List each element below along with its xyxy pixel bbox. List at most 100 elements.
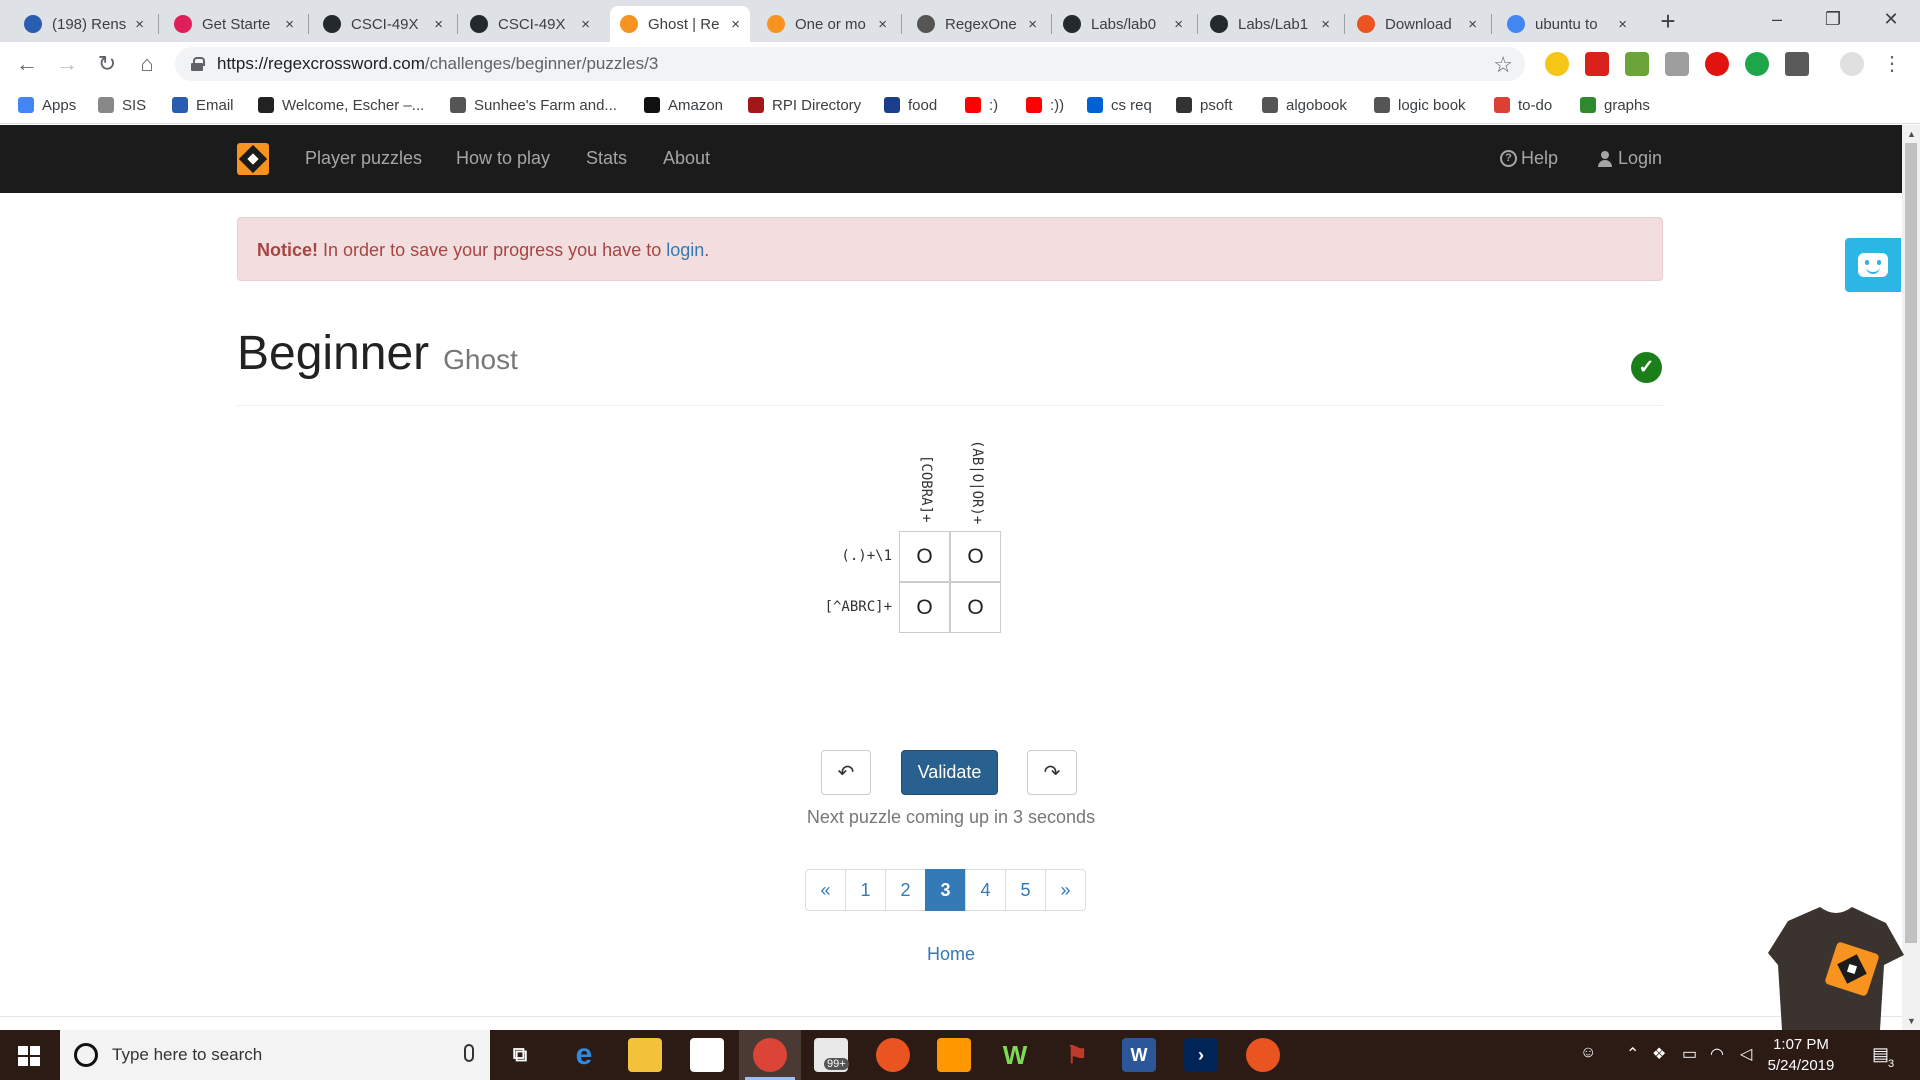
adblock-extension-icon[interactable] [1705, 52, 1729, 76]
forward-icon[interactable]: → [53, 50, 81, 78]
bookmark-item[interactable]: Email [172, 94, 234, 116]
windows-start-icon[interactable] [18, 1046, 40, 1066]
bookmark-item[interactable]: to-do [1494, 94, 1552, 116]
word-icon[interactable]: W [1122, 1038, 1156, 1072]
dropbox-icon[interactable]: ❖ [1652, 1044, 1666, 1064]
bookmark-item[interactable]: cs req [1087, 94, 1152, 116]
maximize-icon[interactable]: ❐ [1818, 4, 1848, 34]
bookmark-item[interactable]: Sunhee's Farm and... [450, 94, 617, 116]
minimize-icon[interactable]: – [1762, 4, 1792, 34]
store-icon[interactable] [690, 1038, 724, 1072]
redo-button[interactable]: ↷ [1027, 750, 1077, 795]
browser-tab[interactable]: CSCI-49X × [460, 6, 600, 42]
scrollbar-thumb[interactable] [1905, 143, 1917, 943]
bookmark-item[interactable]: SIS [98, 94, 146, 116]
tab-close-icon[interactable]: × [1468, 16, 1477, 33]
browser-tab[interactable]: Get Starte × [164, 6, 304, 42]
new-tab-button[interactable]: + [1654, 8, 1682, 36]
sublime-icon[interactable] [937, 1038, 971, 1072]
ubuntu-icon[interactable] [876, 1038, 910, 1072]
wifi-icon[interactable]: ◠ [1710, 1044, 1724, 1064]
chrome-icon[interactable] [753, 1038, 787, 1072]
browser-tab[interactable]: CSCI-49X × [313, 6, 453, 42]
tshirt-promo-image[interactable] [1768, 903, 1904, 1030]
task-view-icon[interactable]: ⧉ [503, 1038, 537, 1072]
people-icon[interactable]: ☺ [1580, 1044, 1596, 1062]
tab-close-icon[interactable]: × [731, 16, 740, 33]
reload-icon[interactable]: ↻ [93, 50, 121, 78]
edge-icon[interactable]: e [567, 1038, 601, 1072]
nav-stats[interactable]: Stats [586, 148, 627, 169]
pagination-prev[interactable]: « [805, 869, 846, 911]
browser-tab[interactable]: (198) Rens × [14, 6, 154, 42]
validate-button[interactable]: Validate [901, 750, 998, 795]
tab-close-icon[interactable]: × [434, 16, 443, 33]
tab-close-icon[interactable]: × [1174, 16, 1183, 33]
home-link[interactable]: Home [0, 944, 1902, 965]
bookmark-item[interactable]: Apps [18, 94, 76, 116]
volume-muted-icon[interactable]: ◁ [1740, 1044, 1752, 1064]
emoji-extension-icon[interactable] [1545, 52, 1569, 76]
menu-kebab-icon[interactable]: ⋮ [1878, 50, 1906, 78]
browser-tab[interactable]: Labs/lab0 × [1053, 6, 1193, 42]
pagination-page[interactable]: 1 [845, 869, 886, 911]
taskbar-clock[interactable]: 1:07 PM 5/24/2019 [1756, 1034, 1846, 1076]
scroll-up-icon[interactable]: ▲ [1907, 129, 1916, 139]
tab-close-icon[interactable]: × [1321, 16, 1330, 33]
tab-close-icon[interactable]: × [285, 16, 294, 33]
tab-close-icon[interactable]: × [581, 16, 590, 33]
grammarly-extension-icon[interactable] [1745, 52, 1769, 76]
reader-extension-icon[interactable] [1665, 52, 1689, 76]
paw-extension-icon[interactable] [1585, 52, 1609, 76]
show-hidden-icons[interactable]: ⌃ [1626, 1044, 1639, 1064]
nav-how-to-play[interactable]: How to play [456, 148, 550, 169]
pagination-page[interactable]: 3 [925, 869, 966, 911]
back-icon[interactable]: ← [13, 50, 41, 78]
browser-tab[interactable]: Labs/Lab1 × [1200, 6, 1340, 42]
nav-about[interactable]: About [663, 148, 710, 169]
browser-tab[interactable]: One or mo × [757, 6, 897, 42]
home-icon[interactable]: ⌂ [133, 50, 161, 78]
honey-extension-icon[interactable] [1625, 52, 1649, 76]
taskbar-search-box[interactable]: Type here to search [60, 1030, 490, 1080]
tab-close-icon[interactable]: × [135, 16, 144, 33]
pagination-next[interactable]: » [1045, 869, 1086, 911]
bookmark-item[interactable]: RPI Directory [748, 94, 861, 116]
battery-icon[interactable]: ▭ [1682, 1044, 1697, 1064]
puzzle-cell[interactable]: O [950, 531, 1001, 582]
microphone-icon[interactable] [464, 1044, 474, 1062]
puzzle-cell[interactable]: O [950, 582, 1001, 633]
page-scrollbar[interactable]: ▲ ▼ [1902, 125, 1920, 1030]
nav-login[interactable]: Login [1598, 148, 1662, 169]
undo-button[interactable]: ↶ [821, 750, 871, 795]
chat-widget-button[interactable] [1845, 238, 1901, 292]
bookmark-item[interactable]: :)) [1026, 94, 1064, 116]
scroll-down-icon[interactable]: ▼ [1907, 1016, 1916, 1026]
tab-close-icon[interactable]: × [1618, 16, 1627, 33]
bookmark-item[interactable]: logic book [1374, 94, 1466, 116]
powershell-icon[interactable]: › [1184, 1038, 1218, 1072]
bookmark-item[interactable]: graphs [1580, 94, 1650, 116]
browser-tab[interactable]: ubuntu to × [1497, 6, 1637, 42]
facebook-extension-icon[interactable] [1785, 52, 1809, 76]
bookmark-item[interactable]: Welcome, Escher –... [258, 94, 424, 116]
address-bar[interactable]: https://regexcrossword.com/challenges/be… [175, 47, 1525, 81]
browser-tab[interactable]: RegexOne × [907, 6, 1047, 42]
action-center-icon[interactable]: ▤ [1872, 1044, 1889, 1065]
bookmark-item[interactable]: psoft [1176, 94, 1233, 116]
browser-tab[interactable]: Download × [1347, 6, 1487, 42]
bookmark-item[interactable]: :) [965, 94, 998, 116]
window-close-icon[interactable]: ✕ [1876, 4, 1906, 34]
puzzle-cell[interactable]: O [899, 531, 950, 582]
tab-close-icon[interactable]: × [1028, 16, 1037, 33]
pagination-page[interactable]: 2 [885, 869, 926, 911]
pagination-page[interactable]: 5 [1005, 869, 1046, 911]
tab-close-icon[interactable]: × [878, 16, 887, 33]
git-bash-icon[interactable]: ⚑ [1060, 1038, 1094, 1072]
ubuntu-terminal-icon[interactable] [1246, 1038, 1280, 1072]
nav-player-puzzles[interactable]: Player puzzles [305, 148, 422, 169]
regex-crossword-logo[interactable] [237, 143, 269, 175]
pagination-page[interactable]: 4 [965, 869, 1006, 911]
bookmark-item[interactable]: food [884, 94, 937, 116]
file-explorer-icon[interactable] [628, 1038, 662, 1072]
